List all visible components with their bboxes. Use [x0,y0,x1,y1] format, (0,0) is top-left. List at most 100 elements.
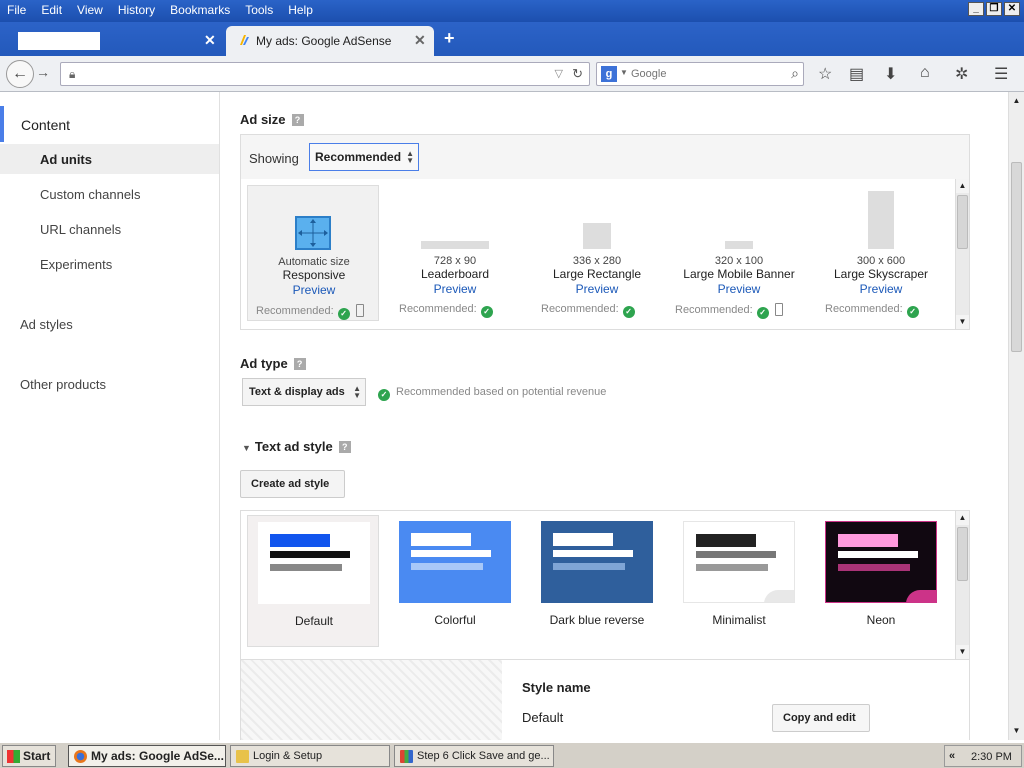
tab-my-ads[interactable]: My ads: Google AdSense ✕ [226,26,434,56]
bookmarks-list-icon[interactable]: ▤ [849,64,864,84]
close-tab-icon[interactable]: ✕ [414,32,426,49]
tab-blank[interactable]: ✕ [0,26,222,56]
google-engine-icon[interactable]: g [601,66,617,82]
style-thumbnail [683,521,795,603]
collapse-triangle-icon[interactable]: ▼ [242,443,251,453]
menu-help[interactable]: Help [281,0,321,22]
ad-type-select[interactable]: Text & display ads ▲ ▼ [242,378,366,406]
start-button[interactable]: Start [2,745,56,767]
sidebar-item-other-products[interactable]: Other products [20,377,106,392]
scroll-thumb[interactable] [957,527,968,581]
menu-hamburger-icon[interactable]: ☰ [994,64,1008,84]
page-scrollbar[interactable]: ▲ ▼ [1008,92,1024,740]
url-bar[interactable]: 🔒︎ ▽ ↻ [60,62,590,86]
style-card-default[interactable]: Default [247,515,379,647]
text-ad-style-title: Text ad style [254,439,333,454]
scroll-thumb[interactable] [1011,162,1022,352]
create-ad-style-button[interactable]: Create ad style [240,470,345,498]
style-thumbnail [399,521,511,603]
sidebar-item-url-channels[interactable]: URL channels [40,222,121,237]
forward-button[interactable]: → [36,64,50,80]
url-dropdown-icon[interactable]: ▽ [555,67,563,80]
preview-link[interactable]: Preview [389,282,521,296]
text-ad-style-heading[interactable]: ▼ Text ad style? [242,439,351,454]
style-detail-panel: Style name Default Copy and edit [240,660,970,740]
taskbar-item-adsense[interactable]: My ads: Google AdSe... [68,745,226,767]
menu-view[interactable]: View [70,0,111,22]
preview-link[interactable]: Preview [531,282,663,296]
ad-size-card-large-rectangle[interactable]: 336 x 280 Large Rectangle Preview Recomm… [531,185,663,321]
help-icon[interactable]: ? [291,114,304,126]
ad-size-dim: 336 x 280 [572,255,622,267]
ad-size-card-large-skyscraper[interactable]: 300 x 600 Large Skyscraper Preview Recom… [815,185,947,321]
ad-size-filter-select[interactable]: Recommended ▲ ▼ [309,143,419,171]
restore-button[interactable]: ❐ [986,2,1002,16]
help-icon[interactable]: ? [293,358,306,370]
responsive-move-icon [295,216,331,250]
scroll-down-icon[interactable]: ▼ [1009,724,1024,738]
copy-and-edit-button[interactable]: Copy and edit [772,704,870,732]
menu-history[interactable]: History [111,0,163,22]
sidebar-item-content[interactable]: Content [0,106,219,142]
ad-size-card-large-mobile-banner[interactable]: 320 x 100 Large Mobile Banner Preview Re… [673,185,805,321]
taskbar-item-login-setup[interactable]: Login & Setup [230,745,390,767]
preview-link[interactable]: Preview [815,282,947,296]
minimize-button[interactable]: _ [968,2,984,16]
ad-size-name: Large Skyscraper [833,267,929,281]
thumb-line [270,564,342,571]
scroll-up-icon[interactable]: ▲ [1009,94,1024,108]
style-card-dark-blue-reverse[interactable]: Dark blue reverse [531,515,663,647]
sidebar-item-experiments[interactable]: Experiments [40,257,112,272]
reload-icon[interactable]: ↻ [572,66,583,82]
style-card-colorful[interactable]: Colorful [389,515,521,647]
home-icon[interactable]: ⌂ [920,64,930,82]
thumb-corner [764,590,794,602]
search-icon[interactable]: ⌕ [791,65,799,82]
menu-edit[interactable]: Edit [34,0,70,22]
ad-size-scrollbar[interactable]: ▲ ▼ [955,179,969,329]
scroll-down-icon[interactable]: ▼ [956,645,969,659]
search-bar[interactable]: g ▼ ⌕ [596,62,804,86]
scroll-up-icon[interactable]: ▲ [956,179,969,193]
close-window-button[interactable]: ✕ [1004,2,1020,16]
ad-size-title: Ad size [240,112,286,127]
mobile-banner-shape [725,241,753,249]
clock: 2:30 PM [971,751,1012,763]
back-button[interactable]: ← [6,60,34,88]
sidebar-item-ad-styles[interactable]: Ad styles [20,317,73,332]
downloads-icon[interactable]: ⬇ [884,64,897,84]
style-thumbnail [258,522,370,604]
thumb-line [696,564,768,571]
search-input[interactable] [631,68,771,80]
scroll-up-icon[interactable]: ▲ [956,511,969,525]
sidebar-item-custom-channels[interactable]: Custom channels [40,187,140,202]
tray-expand-icon[interactable]: « [949,750,955,762]
ad-size-dim: 728 x 90 [433,255,477,267]
addon-icon[interactable]: ✲ [955,64,968,84]
preview-link[interactable]: Preview [248,283,380,297]
style-card-minimalist[interactable]: Minimalist [673,515,805,647]
close-tab-icon[interactable]: ✕ [204,32,216,49]
menu-tools[interactable]: Tools [238,0,281,22]
ad-style-scrollbar[interactable]: ▲ ▼ [955,511,969,659]
thumb-line [553,563,625,570]
help-icon[interactable]: ? [338,441,351,453]
sidebar-item-ad-units[interactable]: Ad units [0,144,219,174]
ad-size-card-responsive[interactable]: Automatic size Responsive Preview Recomm… [247,185,379,321]
recommended-row: Recommended: ✓ [256,304,364,320]
scroll-down-icon[interactable]: ▼ [956,315,969,329]
new-tab-icon[interactable]: + [444,28,455,49]
nav-toolbar: ← → 🔒︎ ▽ ↻ g ▼ ⌕ ☆ ▤ ⬇ ⌂ ✲ ☰ [0,56,1024,92]
mobile-icon [355,304,364,317]
ad-type-heading: Ad type? [240,356,306,371]
engine-dropdown-icon[interactable]: ▼ [620,68,628,77]
style-card-neon[interactable]: Neon [815,515,947,647]
preview-link[interactable]: Preview [673,282,805,296]
menu-bookmarks[interactable]: Bookmarks [163,0,238,22]
taskbar-item-step6[interactable]: Step 6 Click Save and ge... [394,745,554,767]
recommended-label: Recommended: [541,303,619,315]
scroll-thumb[interactable] [957,195,968,249]
ad-size-card-leaderboard[interactable]: 728 x 90 Leaderboard Preview Recommended… [389,185,521,321]
bookmark-star-icon[interactable]: ☆ [818,64,832,84]
menu-file[interactable]: File [0,0,34,22]
